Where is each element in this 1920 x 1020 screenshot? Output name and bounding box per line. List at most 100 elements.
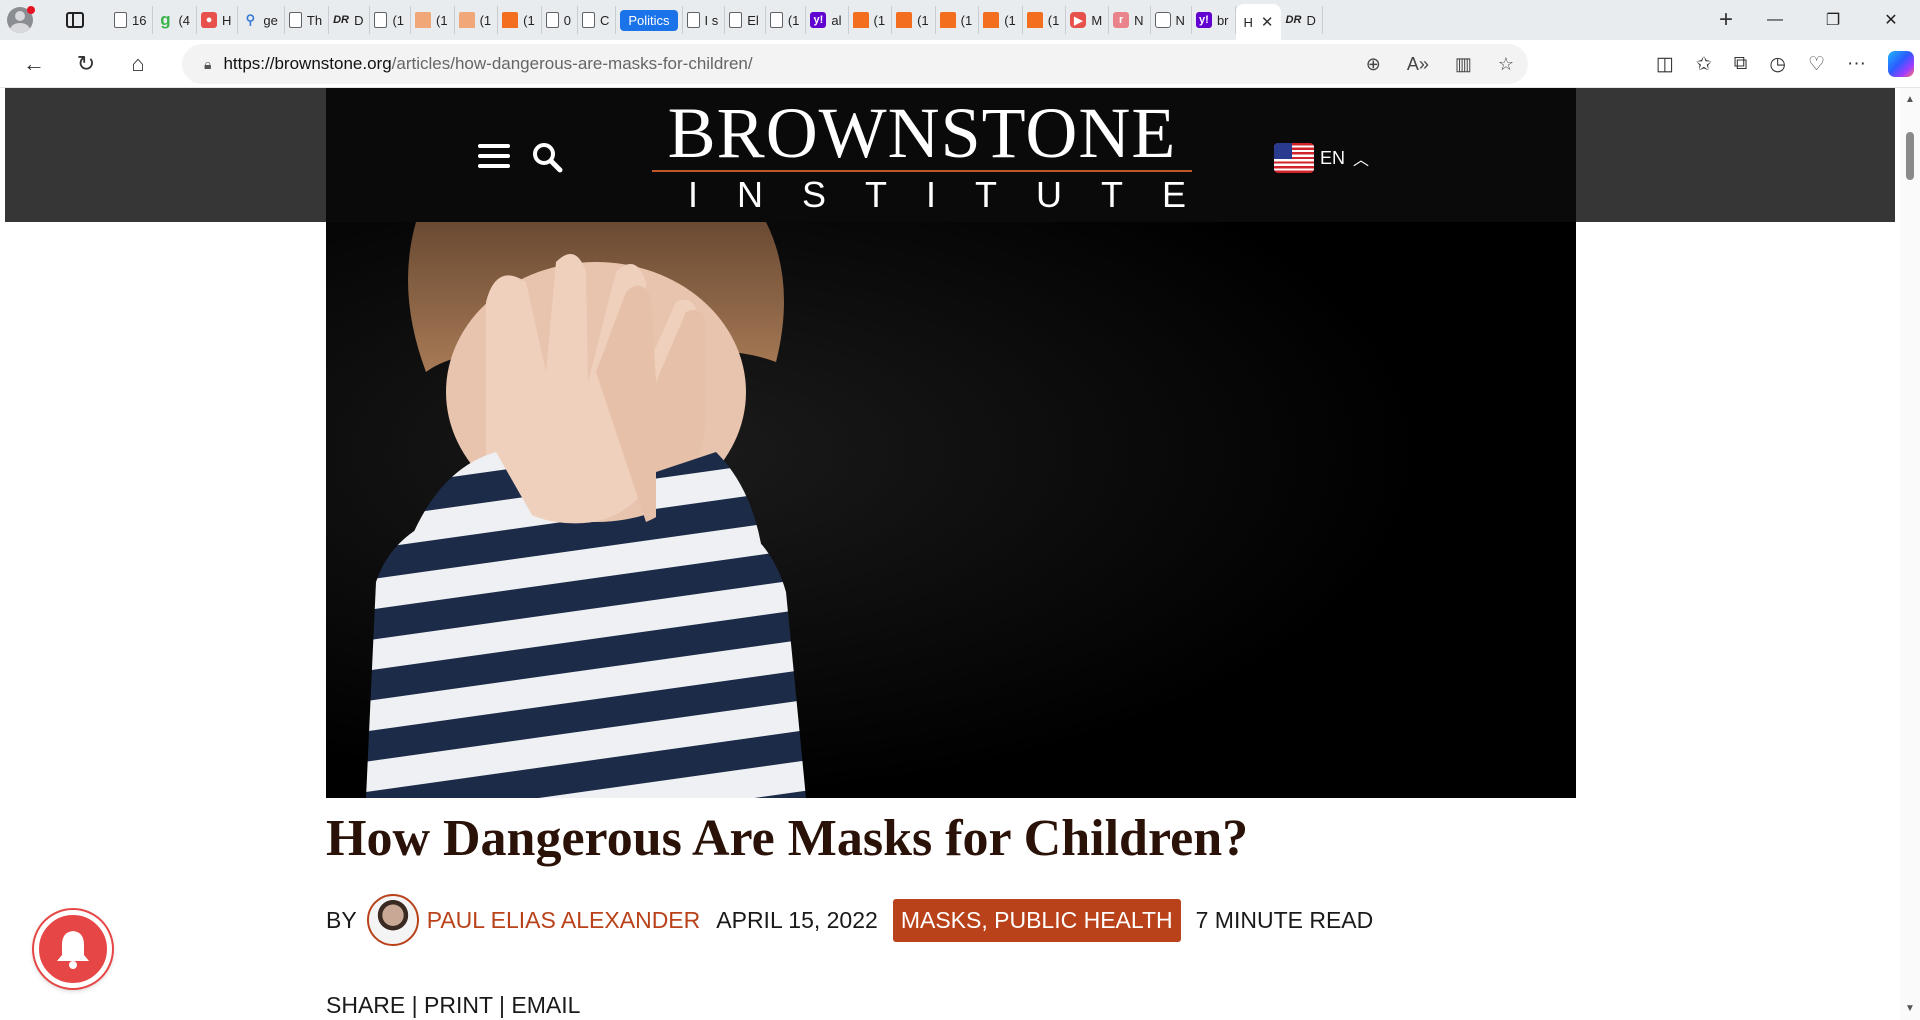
tab-label: (1 [917, 12, 929, 28]
page-icon [686, 12, 700, 28]
tab-active[interactable]: H ✕ [1235, 4, 1282, 40]
tab-item[interactable]: N [1151, 6, 1192, 34]
page-icon [374, 12, 388, 28]
tab-item[interactable]: g (4 [153, 6, 198, 34]
tab-label: (1 [523, 12, 535, 28]
byline-by: BY [326, 906, 357, 933]
email-link[interactable]: EMAIL [511, 992, 580, 1018]
tab-item[interactable]: ▶ M [1066, 6, 1110, 34]
new-tab-button[interactable]: + [1706, 0, 1746, 40]
tab-item[interactable]: (1 [979, 6, 1023, 34]
tab-item[interactable]: (1 [498, 6, 542, 34]
lock-icon[interactable]: 🔒︎ [204, 56, 211, 73]
tab-item[interactable]: 0 [542, 6, 578, 34]
url-text[interactable]: https://brownstone.org/articles/how-dang… [223, 54, 752, 74]
tab-item[interactable]: (1 [1023, 6, 1067, 34]
tab-label: M [1091, 12, 1103, 28]
tab-item[interactable]: ⚲ ge [238, 6, 285, 34]
scroll-up-arrow-icon[interactable]: ▲ [1905, 94, 1915, 105]
bookmark-icon [458, 12, 475, 28]
tab-item[interactable]: (1 [892, 6, 936, 34]
tab-label: (1 [960, 12, 973, 28]
history-icon[interactable]: ◷ [1769, 53, 1786, 76]
favorites-icon[interactable]: ✩ [1696, 53, 1712, 76]
copilot-icon[interactable] [1888, 51, 1914, 77]
article-byline: BY PAUL ELIAS ALEXANDER APRIL 15, 2022 M… [326, 894, 1373, 946]
scrollbar-thumb[interactable] [1906, 132, 1914, 180]
tab-item[interactable]: Politics [616, 6, 683, 34]
read-time: 7 MINUTE READ [1195, 906, 1374, 933]
tab-item[interactable]: (1 [370, 6, 412, 34]
publish-date: APRIL 15, 2022 [716, 906, 878, 933]
scroll-down-arrow-icon[interactable]: ▼ [1905, 1003, 1915, 1014]
language-selector[interactable]: EN ︿ [1274, 143, 1369, 173]
notification-bell-button[interactable] [34, 910, 112, 988]
minimize-button[interactable]: — [1746, 0, 1804, 40]
drudge-icon: DR [333, 14, 349, 26]
grammarly-icon: g [160, 10, 171, 29]
logo-line1: BROWNSTONE [667, 93, 1177, 173]
read-aloud-icon[interactable]: A» [1407, 54, 1429, 75]
tab-label: N [1175, 12, 1185, 28]
address-bar[interactable]: 🔒︎ https://brownstone.org/articles/how-d… [182, 44, 1528, 84]
restore-button[interactable]: ❐ [1804, 0, 1862, 40]
tab-item[interactable]: C [578, 6, 617, 34]
back-button[interactable]: ← [8, 44, 60, 84]
page-scrollbar[interactable]: ▲ ▼ [1900, 88, 1920, 1020]
tab-item[interactable]: DR D [329, 6, 371, 34]
tab-item[interactable]: DR D [1281, 6, 1323, 34]
print-link[interactable]: PRINT [424, 992, 493, 1018]
tab-item[interactable]: I s [683, 6, 726, 34]
home-button[interactable]: ⌂ [112, 44, 164, 84]
tab-item[interactable]: 16 [110, 6, 154, 34]
search-icon[interactable] [530, 140, 564, 174]
window-controls: — ❐ ✕ [1746, 0, 1920, 40]
share-link[interactable]: SHARE [326, 992, 405, 1018]
tab-item[interactable]: El [725, 6, 766, 34]
tab-item[interactable]: ● H [197, 6, 239, 34]
page-icon [288, 12, 302, 28]
zoom-icon[interactable]: ⊕ [1366, 54, 1381, 75]
tab-item[interactable]: y! al [806, 6, 849, 34]
author-link[interactable]: PAUL ELIAS ALEXANDER [427, 907, 701, 934]
url-host: https://brownstone.org [223, 54, 392, 73]
tab-item[interactable]: (1 [936, 6, 980, 34]
tab-item[interactable]: Th [285, 6, 330, 34]
tab-label: El [747, 12, 759, 28]
author-avatar[interactable] [366, 894, 419, 946]
tab-actions-button[interactable] [40, 0, 110, 40]
tab-label: (1 [436, 12, 448, 28]
browser-tab-strip: 16 g (4 ● H ⚲ ge Th DR D (1 (1 (1 (1 0 C Politics I s El (1… [0, 0, 1920, 40]
tab-item[interactable]: (1 [455, 6, 499, 34]
tab-item[interactable]: y! br [1192, 6, 1236, 34]
tab-item[interactable]: (1 [849, 6, 893, 34]
tab-label: Th [306, 12, 323, 28]
notification-dot [27, 6, 35, 14]
menu-hamburger-icon[interactable] [478, 144, 510, 168]
browser-essentials-icon[interactable]: ♡ [1808, 53, 1825, 76]
category-tags[interactable]: MASKS, PUBLIC HEALTH [892, 898, 1181, 942]
tab-label: (1 [392, 12, 405, 28]
close-window-button[interactable]: ✕ [1862, 0, 1920, 40]
more-menu-icon[interactable]: ··· [1847, 53, 1866, 75]
tab-label: N [1134, 12, 1144, 28]
tab-item[interactable]: (1 [766, 6, 807, 34]
split-screen-icon[interactable]: ◫ [1656, 53, 1674, 76]
drudge-icon: DR [1285, 14, 1302, 26]
article-title: How Dangerous Are Masks for Children? [326, 810, 1249, 867]
chevron-up-icon: ︿ [1353, 152, 1370, 169]
tab-label: br [1216, 12, 1229, 28]
tab-item[interactable]: (1 [411, 6, 455, 34]
tab-item[interactable]: rN [1109, 6, 1151, 34]
refresh-button[interactable]: ↻ [60, 44, 112, 84]
search-icon: ⚲ [245, 12, 256, 27]
collections-icon[interactable]: ⧉ [1734, 53, 1748, 75]
close-tab-icon[interactable]: ✕ [1261, 13, 1274, 31]
page-icon [545, 12, 559, 28]
tab-label: Politics [620, 9, 678, 31]
immersive-reader-icon[interactable]: ▥ [1455, 54, 1472, 75]
site-logo[interactable]: BROWNSTONE INSTITUTE [648, 96, 1196, 216]
favorite-star-icon[interactable]: ☆ [1498, 54, 1514, 75]
profile-button[interactable] [0, 0, 40, 40]
refresh-icon: ↻ [76, 50, 96, 76]
